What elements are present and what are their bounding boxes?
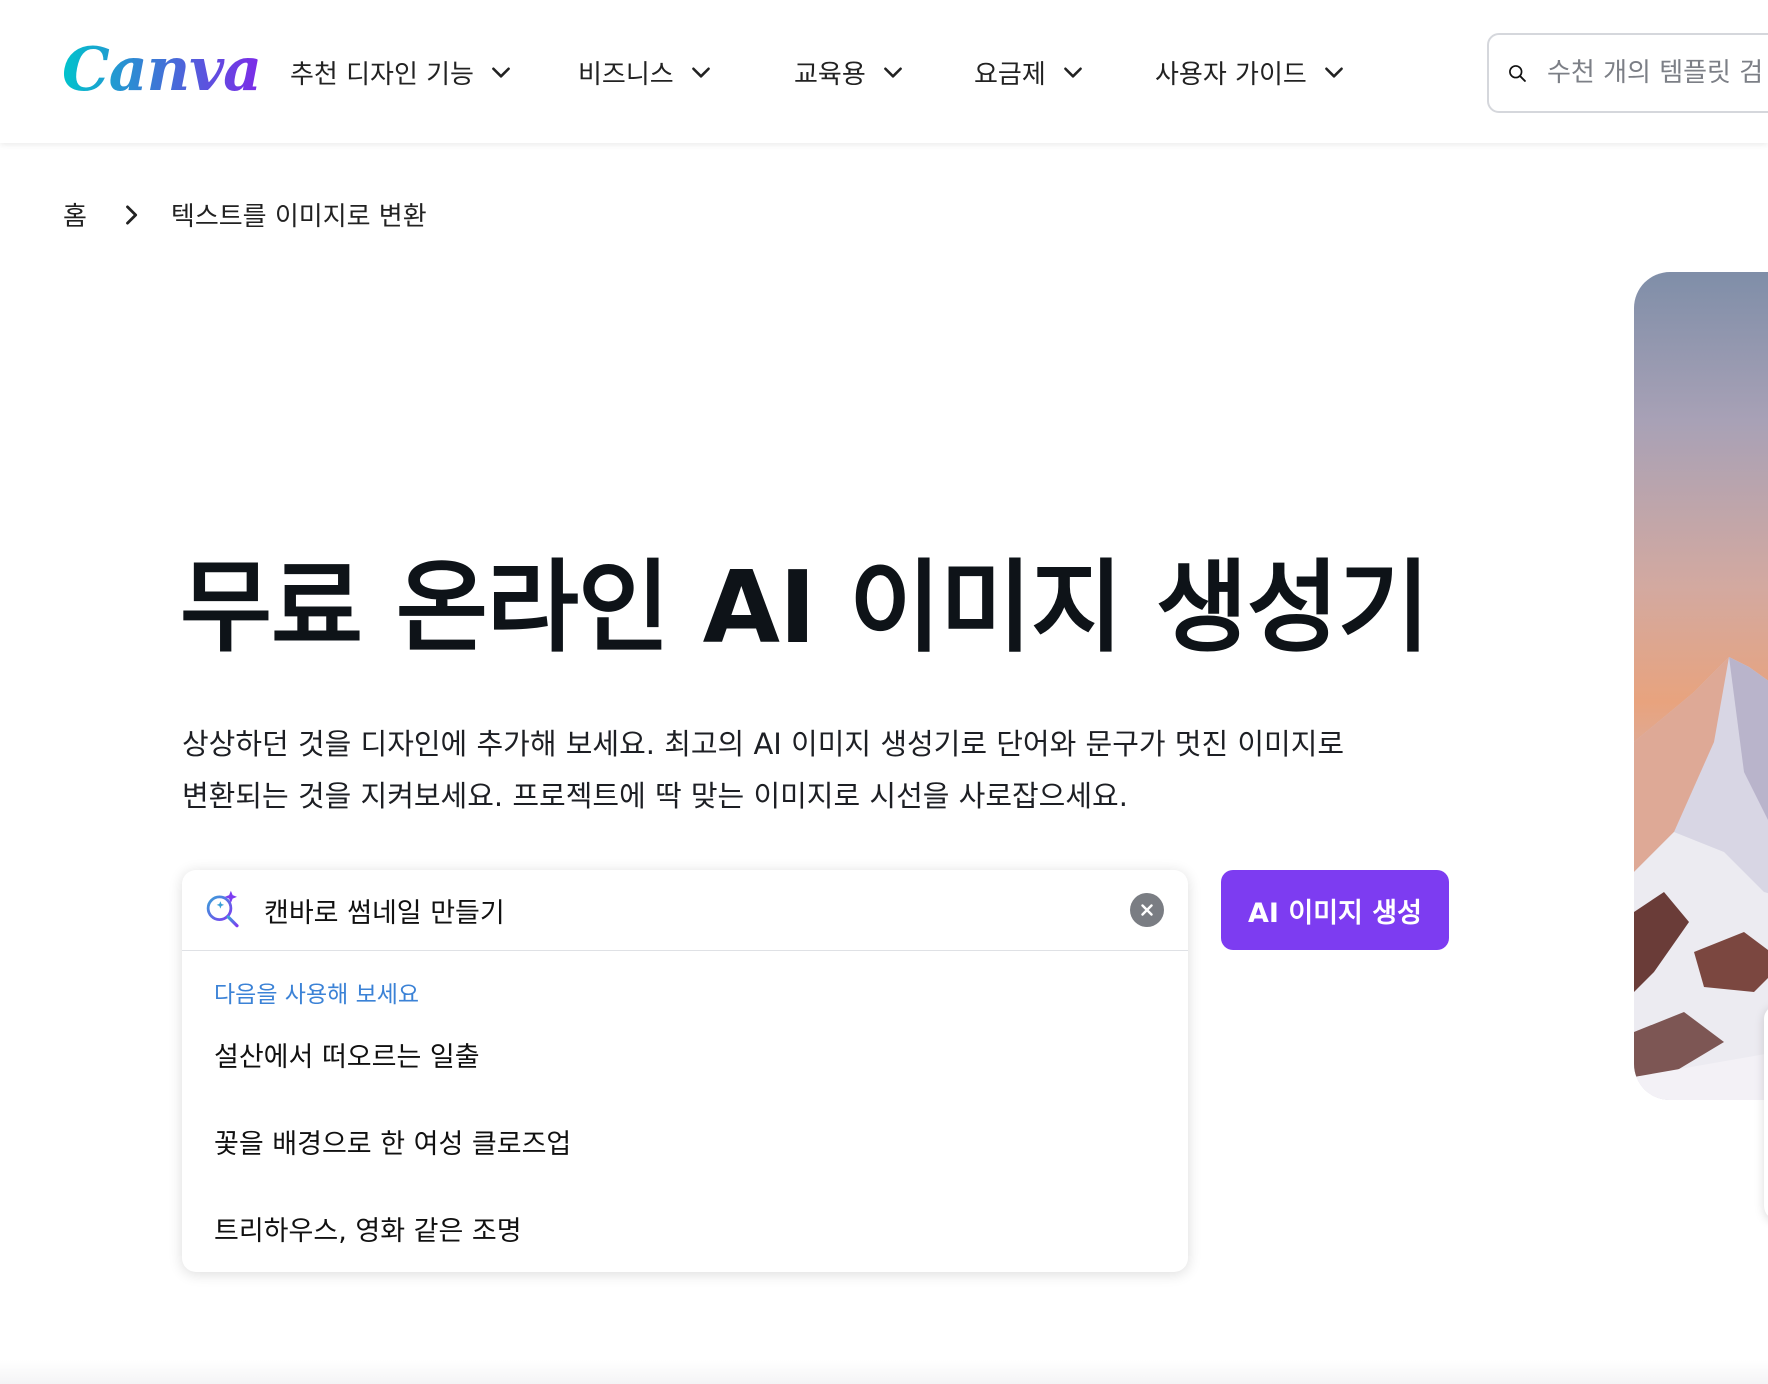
template-search[interactable] xyxy=(1487,33,1768,113)
canva-logo[interactable]: Canva xyxy=(62,30,262,110)
suggestion-item[interactable]: 트리하우스, 영화 같은 조명 xyxy=(214,1209,522,1248)
chevron-down-icon xyxy=(883,67,902,78)
nav-label: 교육용 xyxy=(794,59,866,90)
breadcrumb-current: 텍스트를 이미지로 변환 xyxy=(170,202,427,232)
chevron-down-icon xyxy=(691,67,710,78)
breadcrumb-home[interactable]: 홈 xyxy=(63,196,87,233)
suggestion-item[interactable]: 꽃을 배경으로 한 여성 클로즈업 xyxy=(214,1122,571,1161)
prompt-input-row[interactable] xyxy=(182,870,1188,951)
section-divider xyxy=(0,1360,1768,1384)
nav-label: 사용자 가이드 xyxy=(1155,59,1307,90)
nav-label: 비즈니스 xyxy=(578,59,674,90)
nav-pricing[interactable]: 요금제 xyxy=(974,50,1086,94)
hero-mountain-image xyxy=(1634,272,1768,1100)
side-card xyxy=(1764,1005,1768,1220)
chevron-down-icon xyxy=(1324,67,1343,78)
hero-description-line1: 상상하던 것을 디자인에 추가해 보세요. 최고의 AI 이미지 생성기로 단어… xyxy=(182,727,1345,761)
search-icon xyxy=(1509,65,1526,82)
clear-icon xyxy=(1141,904,1153,916)
site-header: Canva 추천 디자인 기능 비즈니스 교육용 요금제 사용자 가이드 xyxy=(0,0,1768,143)
nav-user-guide[interactable]: 사용자 가이드 xyxy=(1155,50,1347,94)
hero-description: 상상하던 것을 디자인에 추가해 보세요. 최고의 AI 이미지 생성기로 단어… xyxy=(182,718,1422,822)
page-title: 무료 온라인 AI 이미지 생성기 xyxy=(180,549,1430,666)
nav-business[interactable]: 비즈니스 xyxy=(578,50,714,94)
chevron-down-icon xyxy=(1063,67,1082,78)
prompt-input[interactable] xyxy=(262,893,1106,927)
suggestions-heading: 다음을 사용해 보세요 xyxy=(214,982,420,1008)
nav-label: 요금제 xyxy=(974,59,1046,90)
mountain-illustration xyxy=(1634,657,1768,1100)
nav-label: 추천 디자인 기능 xyxy=(290,59,474,90)
search-input[interactable] xyxy=(1545,57,1768,89)
chevron-right-icon xyxy=(126,204,137,225)
chevron-down-icon xyxy=(492,67,510,78)
suggestion-item[interactable]: 설산에서 떠오르는 일출 xyxy=(214,1035,480,1074)
hero-description-line2: 변환되는 것을 지켜보세요. 프로젝트에 딱 맞는 이미지로 시선을 사로잡으세… xyxy=(182,779,1128,813)
prompt-box: 다음을 사용해 보세요 설산에서 떠오르는 일출 꽃을 배경으로 한 여성 클로… xyxy=(182,870,1188,1272)
nav-featured-design[interactable]: 추천 디자인 기능 xyxy=(290,50,514,94)
clear-input-button[interactable] xyxy=(1130,893,1164,927)
nav-education[interactable]: 교육용 xyxy=(794,50,906,94)
breadcrumb: 홈 텍스트를 이미지로 변환 xyxy=(63,196,427,233)
magic-search-icon xyxy=(206,890,239,928)
generate-ai-image-button[interactable]: AI 이미지 생성 xyxy=(1221,870,1449,950)
